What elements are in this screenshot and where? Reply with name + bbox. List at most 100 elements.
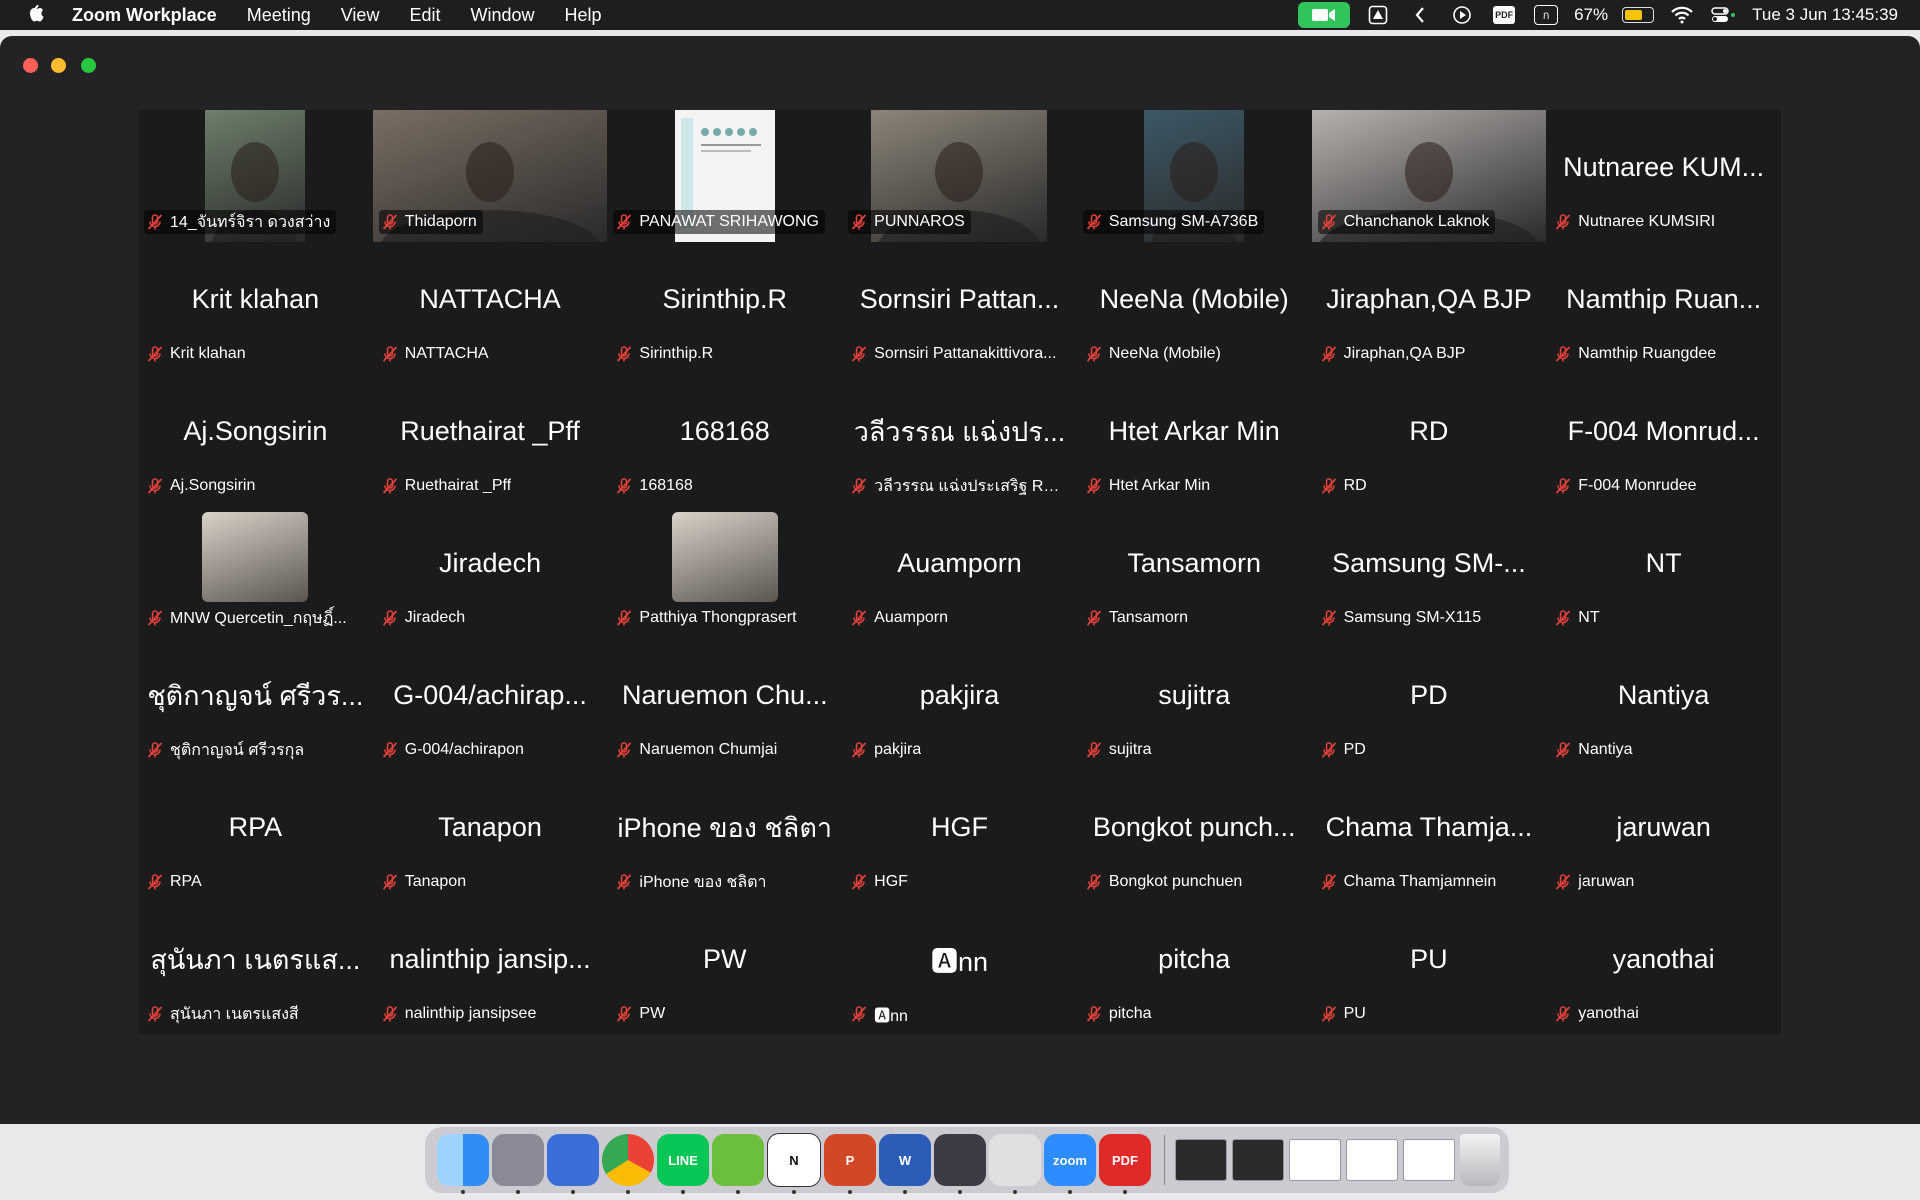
participant-tile[interactable]: HGF HGF <box>842 770 1077 902</box>
participant-tile[interactable]: Patthiya Thongprasert <box>607 506 842 638</box>
dock-minimized-window[interactable] <box>1289 1139 1341 1181</box>
participant-tile[interactable]: F-004 Monrud... F-004 Monrudee <box>1546 374 1781 506</box>
participant-tile[interactable]: Samsung SM-A736B <box>1077 110 1312 242</box>
dock-minimized-window[interactable] <box>1403 1139 1455 1181</box>
participant-tile[interactable]: Samsung SM-... Samsung SM-X115 <box>1312 506 1547 638</box>
control-center-icon[interactable] <box>1710 4 1738 26</box>
menu-view[interactable]: View <box>341 5 380 26</box>
window-minimize-button[interactable] <box>51 58 66 73</box>
participant-tile[interactable]: NATTACHA NATTACHA <box>373 242 608 374</box>
window-zoom-button[interactable] <box>81 58 96 73</box>
participant-name: Auamporn <box>874 609 948 626</box>
dock-app-notion-icon[interactable]: N <box>767 1133 821 1194</box>
pdf-icon[interactable]: PDF <box>1490 4 1518 26</box>
participant-tile[interactable]: วลีวรรณ แฉ่งปร... วลีวรรณ แฉ่งประเสริฐ RM… <box>842 374 1077 506</box>
participant-tile[interactable]: RPA RPA <box>138 770 373 902</box>
participant-display-name: วลีวรรณ แฉ่งปร... <box>853 416 1066 447</box>
participant-tile[interactable]: PU PU <box>1312 902 1547 1034</box>
participant-tile[interactable]: Chanchanok Laknok <box>1311 110 1547 242</box>
window-close-button[interactable] <box>23 58 38 73</box>
dock-app-line-icon[interactable]: LINE <box>657 1134 709 1194</box>
dock-minimized-window[interactable] <box>1346 1139 1398 1181</box>
participant-tile[interactable]: G-004/achirap... G-004/achirapon <box>373 638 608 770</box>
battery-icon[interactable] <box>1622 7 1655 23</box>
thai-input-icon[interactable]: ก <box>1532 4 1560 26</box>
participant-name: Sornsiri Pattanakittivora... <box>874 345 1057 362</box>
participant-tile[interactable]: สุนันภา เนตรแส... สุนันภา เนตรแสงสี <box>138 902 373 1034</box>
participant-tile[interactable]: Namthip Ruan... Namthip Ruangdee <box>1546 242 1781 374</box>
dock-app-firefox-icon[interactable] <box>547 1134 599 1194</box>
participant-tile[interactable]: 14_จันทร์จิรา ดวงสว่าง <box>138 110 373 242</box>
participant-name: Naruemon Chumjai <box>639 741 778 758</box>
dock-app-vlc-icon[interactable] <box>989 1134 1041 1194</box>
participant-tile[interactable]: Sornsiri Pattan... Sornsiri Pattanakittiv… <box>842 242 1077 374</box>
dock-minimized-window[interactable] <box>1232 1139 1284 1181</box>
participant-tile[interactable]: Ruethairat _Pff Ruethairat _Pff <box>373 374 608 506</box>
mic-muted-icon <box>146 345 164 363</box>
participant-tile[interactable]: 168168 168168 <box>607 374 842 506</box>
participant-tile[interactable]: nalinthip jansip... nalinthip jansipsee <box>373 902 608 1034</box>
participant-display-name: Jiradech <box>439 547 542 578</box>
participant-tile[interactable]: Nutnaree KUM... Nutnaree KUMSIRI <box>1546 110 1781 242</box>
menu-meeting[interactable]: Meeting <box>247 5 311 26</box>
participant-tile[interactable]: Tanapon Tanapon <box>373 770 608 902</box>
drive-icon[interactable] <box>1364 4 1392 26</box>
dock-app-launchpad-icon[interactable] <box>492 1134 544 1194</box>
participant-tile[interactable]: MNW Quercetin_กฤษฏิ์... <box>138 506 373 638</box>
participant-tile[interactable]: Nantiya Nantiya <box>1546 638 1781 770</box>
participant-tile[interactable]: Sirinthip.R Sirinthip.R <box>607 242 842 374</box>
participant-tile[interactable]: PUNNAROS <box>842 110 1077 242</box>
participant-tile[interactable]: PW PW <box>607 902 842 1034</box>
dock-app-word-icon[interactable]: W <box>879 1134 931 1194</box>
dock-app-zoom-icon[interactable]: zoom <box>1044 1134 1096 1194</box>
menu-window[interactable]: Window <box>470 5 534 26</box>
menu-edit[interactable]: Edit <box>409 5 440 26</box>
participant-tile[interactable]: yanothai yanothai <box>1546 902 1781 1034</box>
participant-tile[interactable]: ชุติกาญจน์ ศรีวร... ชุติกาญจน์ ศรีวรกุล <box>138 638 373 770</box>
participant-tile[interactable]: Aj.Songsirin Aj.Songsirin <box>138 374 373 506</box>
participant-tile[interactable]: pakjira pakjira <box>842 638 1077 770</box>
dock-app-chrome-icon[interactable] <box>602 1134 654 1194</box>
participant-tile[interactable]: PANAWAT SRIHAWONG <box>607 110 842 242</box>
participant-name: NT <box>1578 609 1600 626</box>
dock-app-pages-icon[interactable] <box>712 1134 764 1194</box>
dock-minimized-window[interactable] <box>1175 1139 1227 1181</box>
play-circle-icon[interactable] <box>1448 4 1476 26</box>
participant-display-name: Naruemon Chu... <box>621 679 828 710</box>
participant-tile[interactable]: Tansamorn Tansamorn <box>1077 506 1312 638</box>
apple-menu-icon[interactable] <box>24 3 48 27</box>
participant-tile[interactable]: pitcha pitcha <box>1077 902 1312 1034</box>
participant-tile[interactable]: Jiradech Jiradech <box>373 506 608 638</box>
participant-tile[interactable]: NT NT <box>1546 506 1781 638</box>
participant-tile[interactable]: sujitra sujitra <box>1077 638 1312 770</box>
wifi-icon[interactable] <box>1668 4 1696 26</box>
menubar-clock[interactable]: Tue 3 Jun 13:45:39 <box>1752 5 1898 25</box>
participant-tile[interactable]: jaruwan jaruwan <box>1546 770 1781 902</box>
participant-display-name: Krit klahan <box>191 283 320 314</box>
dock-trash-icon[interactable] <box>1460 1134 1500 1186</box>
participant-tile[interactable]: iPhone ของ ชลิตา iPhone ของ ชลิตา <box>607 770 842 902</box>
participant-display-name: Ruethairat _Pff <box>400 415 580 446</box>
chevron-left-icon[interactable] <box>1406 4 1434 26</box>
zoom-camera-icon[interactable] <box>1298 2 1351 28</box>
participant-tile[interactable]: 🅰nn 🅰nn <box>842 902 1077 1034</box>
participant-tile[interactable]: Naruemon Chu... Naruemon Chumjai <box>607 638 842 770</box>
dock-app-powerpoint-icon[interactable]: P <box>824 1134 876 1194</box>
participant-tile[interactable]: Htet Arkar Min Htet Arkar Min <box>1077 374 1312 506</box>
participant-name-label: Chanchanok Laknok <box>1317 210 1496 234</box>
app-menu-zoom[interactable]: Zoom Workplace <box>72 5 217 26</box>
participant-tile[interactable]: RD RD <box>1312 374 1547 506</box>
participant-tile[interactable]: Jiraphan,QA BJP Jiraphan,QA BJP <box>1312 242 1547 374</box>
participant-tile[interactable]: NeeNa (Mobile) NeeNa (Mobile) <box>1077 242 1312 374</box>
menu-help[interactable]: Help <box>565 5 602 26</box>
mic-muted-icon <box>850 213 868 231</box>
participant-tile[interactable]: PD PD <box>1312 638 1547 770</box>
dock-app-pdf-expert-icon[interactable]: PDF <box>1099 1134 1151 1194</box>
dock-app-quicktime-icon[interactable] <box>934 1134 986 1194</box>
participant-tile[interactable]: Thidaporn <box>372 110 608 242</box>
participant-tile[interactable]: Chama Thamja... Chama Thamjamnein <box>1312 770 1547 902</box>
dock-app-finder-icon[interactable] <box>437 1134 489 1194</box>
participant-tile[interactable]: Bongkot punch... Bongkot punchuen <box>1077 770 1312 902</box>
participant-tile[interactable]: Auamporn Auamporn <box>842 506 1077 638</box>
participant-tile[interactable]: Krit klahan Krit klahan <box>138 242 373 374</box>
